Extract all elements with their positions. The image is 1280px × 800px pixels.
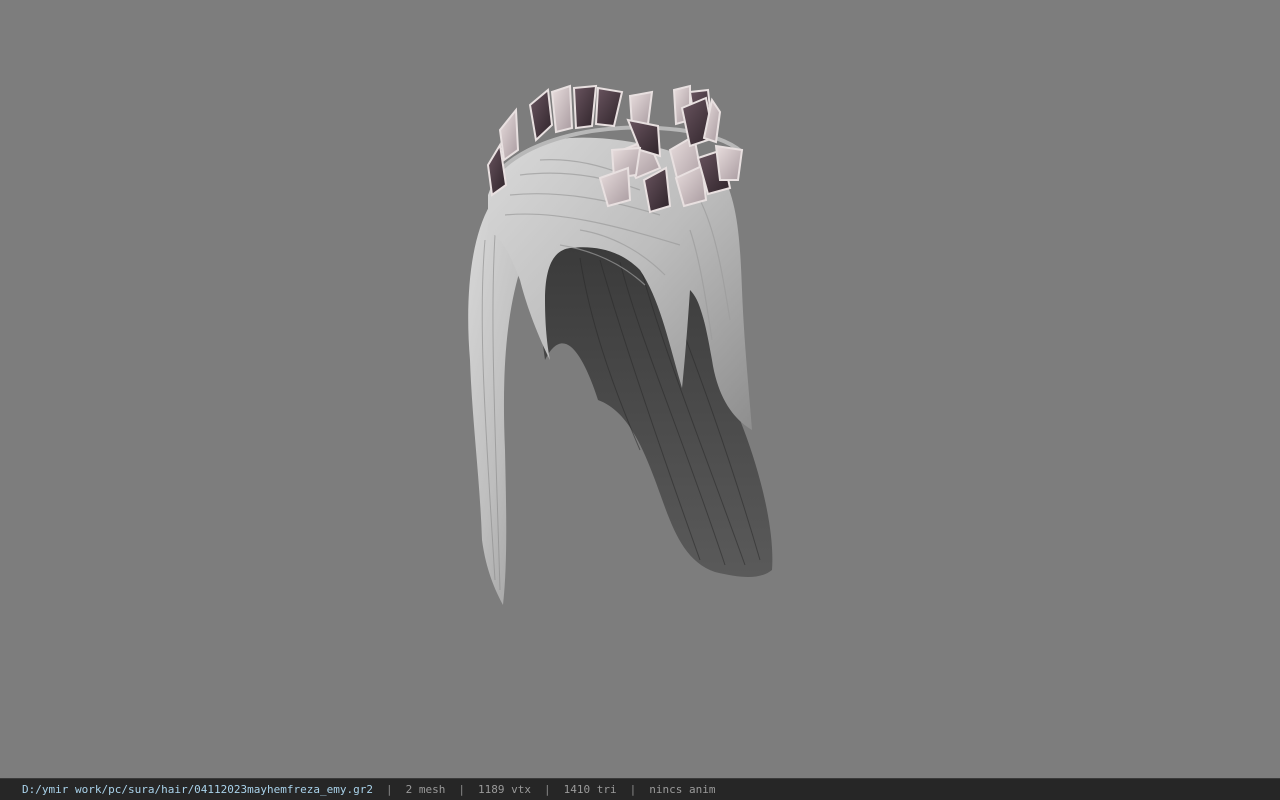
- 3d-viewport[interactable]: [0, 0, 1280, 778]
- animation-status: nincs anim: [649, 783, 716, 796]
- file-path: D:/ymir work/pc/sura/hair/04112023mayhem…: [22, 783, 373, 796]
- separator: |: [458, 783, 465, 796]
- separator: |: [543, 783, 551, 796]
- triangle-count: 1410 tri: [563, 783, 617, 796]
- hair-model-render[interactable]: [0, 0, 1280, 778]
- vertex-count: 1189 vtx: [478, 783, 531, 796]
- separator: |: [386, 783, 393, 796]
- mesh-count: 2 mesh: [405, 783, 446, 796]
- separator: |: [629, 783, 637, 796]
- status-bar: D:/ymir work/pc/sura/hair/04112023mayhem…: [0, 778, 1280, 800]
